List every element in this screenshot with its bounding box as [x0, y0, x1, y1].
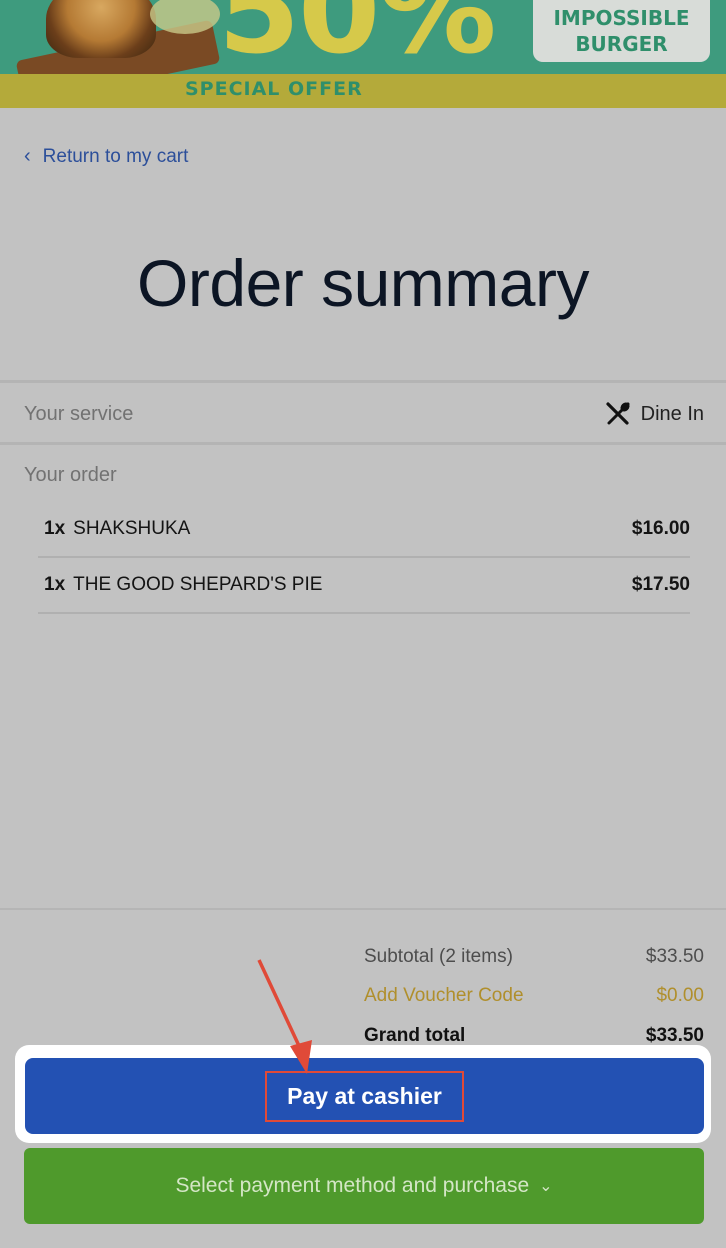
divider	[0, 380, 726, 383]
subtotal-row: Subtotal (2 items) $33.50	[364, 946, 704, 968]
utensils-icon	[606, 402, 630, 425]
chevron-left-icon: ‹	[24, 145, 31, 167]
order-item: 1x THE GOOD SHEPARD'S PIE $17.50	[38, 558, 690, 614]
add-voucher-link[interactable]: Add Voucher Code	[364, 985, 524, 1007]
banner-percent: 50%	[218, 0, 496, 80]
voucher-value: $0.00	[656, 985, 704, 1006]
chevron-down-icon: ⌄	[539, 1178, 553, 1195]
totals-divider	[0, 908, 726, 910]
banner-special-offer: SPECIAL OFFER	[185, 78, 363, 100]
service-label: Your service	[24, 403, 134, 425]
subtotal-label: Subtotal (2 items)	[364, 946, 513, 967]
banner-badge-line1: IMPOSSIBLE	[553, 6, 690, 30]
item-price: $17.50	[631, 574, 690, 595]
grand-total-label: Grand total	[364, 1025, 466, 1046]
banner-badge: IMPOSSIBLE BURGER	[533, 0, 710, 62]
order-label: Your order	[24, 464, 117, 486]
item-qty: 1x	[44, 574, 66, 595]
return-to-cart-link[interactable]: ‹ Return to my cart	[24, 145, 188, 168]
voucher-row[interactable]: Add Voucher Code $0.00	[364, 985, 704, 1007]
item-price: $16.00	[631, 518, 690, 539]
return-label: Return to my cart	[42, 145, 189, 167]
select-payment-button[interactable]: Select payment method and purchase ⌄	[24, 1148, 704, 1224]
grand-total-row: Grand total $33.50	[364, 1025, 704, 1047]
service-value: Dine In	[605, 401, 704, 427]
item-qty: 1x	[44, 518, 66, 539]
order-item: 1x SHAKSHUKA $16.00	[38, 502, 690, 558]
subtotal-value: $33.50	[645, 946, 704, 967]
item-desc: 1x THE GOOD SHEPARD'S PIE	[44, 574, 322, 596]
service-value-label: Dine In	[640, 402, 704, 425]
promo-banner[interactable]: 50% SPECIAL OFFER IMPOSSIBLE BURGER	[0, 0, 726, 108]
select-payment-label: Select payment method and purchase	[175, 1174, 530, 1197]
banner-burger-image	[46, 0, 156, 58]
item-name: SHAKSHUKA	[73, 518, 191, 539]
page-title: Order summary	[137, 246, 589, 320]
item-name: THE GOOD SHEPARD'S PIE	[73, 574, 323, 595]
banner-badge-line2: BURGER	[575, 32, 668, 56]
divider	[0, 442, 726, 445]
pay-at-cashier-button[interactable]: Pay at cashier	[25, 1058, 704, 1134]
grand-total-value: $33.50	[645, 1025, 704, 1046]
pay-at-cashier-label: Pay at cashier	[265, 1070, 464, 1122]
item-desc: 1x SHAKSHUKA	[44, 518, 190, 540]
